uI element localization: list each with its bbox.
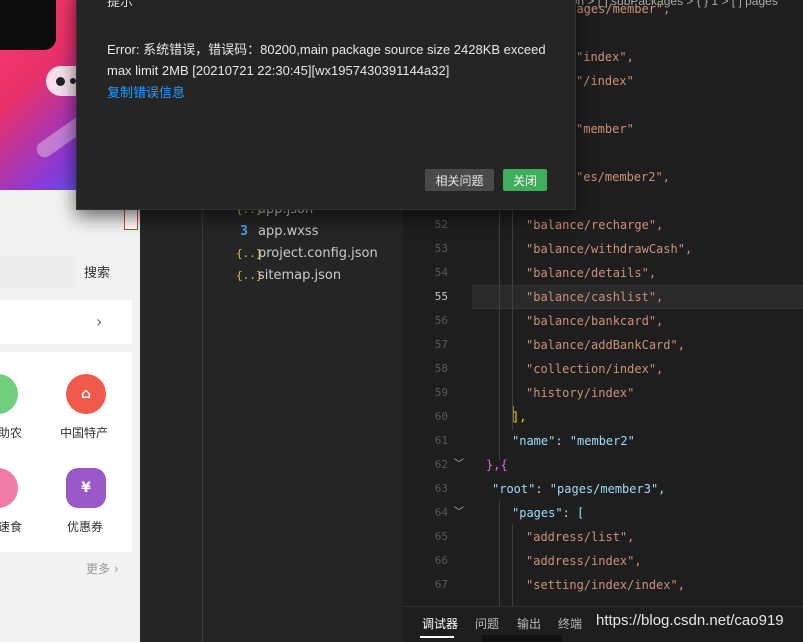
code-line: "pages/member", xyxy=(562,2,671,16)
category-grid: ⌂ ¥ 助农 中国特产 速食 优惠券 xyxy=(0,352,132,552)
line-number: 65 xyxy=(434,530,448,543)
code-line: "balance/addBankCard", xyxy=(526,338,685,352)
related-issues-button[interactable]: 相关问题 xyxy=(425,169,494,191)
indent-guide xyxy=(512,524,513,606)
file-item-app-wxss[interactable]: 3 app.wxss xyxy=(236,220,318,242)
code-line: "balance/withdrawCash", xyxy=(526,242,693,256)
more-link[interactable]: 更多 › xyxy=(86,560,119,577)
close-button[interactable]: 关闭 xyxy=(503,169,547,191)
side-tag xyxy=(124,208,138,230)
coupon-icon[interactable]: ¥ xyxy=(66,468,106,508)
tab-terminal[interactable]: 终端 xyxy=(558,615,582,632)
devtools-window: 搜索 › ⌂ ¥ 助农 中国特产 速食 优惠券 更多 › {..} app.js… xyxy=(0,0,803,642)
code-line: "address/list", xyxy=(526,530,635,544)
code-line: "balance/recharge", xyxy=(526,218,664,232)
specialty-icon[interactable]: ⌂ xyxy=(66,374,106,414)
banner-phone-image xyxy=(0,0,56,50)
line-number: 54 xyxy=(434,266,448,279)
line-number: 60 xyxy=(434,410,448,423)
fast-food-icon[interactable] xyxy=(0,468,18,508)
search-button[interactable]: 搜索 xyxy=(84,262,110,281)
json-file-icon: {..} xyxy=(236,268,263,282)
line-number: 61 xyxy=(434,434,448,447)
tab-problems[interactable]: 问题 xyxy=(475,615,499,632)
code-line: "name": "member2" xyxy=(512,434,635,448)
error-dialog: 提示 Error: 系统错误，错误码：80200,main package so… xyxy=(76,0,576,210)
code-line: "setting/index/index", xyxy=(526,578,685,592)
category-label: 速食 xyxy=(0,520,23,534)
code-line: "index", xyxy=(576,50,634,64)
json-file-icon: {..} xyxy=(236,246,263,260)
code-line: "collection/index", xyxy=(526,362,664,376)
chevron-right-icon: › xyxy=(96,312,103,331)
indent-guide xyxy=(499,500,500,606)
code-line: },{ xyxy=(486,458,508,472)
code-line: "pages": [ xyxy=(512,506,585,520)
tab-debugger[interactable]: 调试器 xyxy=(422,615,458,632)
indent-guide xyxy=(512,200,513,430)
file-label: app.wxss xyxy=(258,223,319,239)
code-line: "es/member2", xyxy=(576,170,670,184)
line-number: 57 xyxy=(434,338,448,351)
line-number: 52 xyxy=(434,218,448,231)
category-label: 中国特产 xyxy=(60,426,109,440)
line-number: 64 xyxy=(434,506,448,519)
file-label: project.config.json xyxy=(258,245,378,261)
line-number: 59 xyxy=(434,386,448,399)
code-line: "history/index" xyxy=(526,386,635,400)
line-number: 67 xyxy=(434,578,448,591)
line-number-current: 55 xyxy=(434,290,448,303)
error-message: Error: 系统错误，错误码：80200,main package sourc… xyxy=(107,42,546,78)
agriculture-icon[interactable] xyxy=(0,374,18,414)
category-label: 优惠券 xyxy=(67,520,104,534)
dot-icon xyxy=(56,76,65,86)
line-number: 56 xyxy=(434,314,448,327)
file-item-sitemap[interactable]: {..} sitemap.json xyxy=(236,264,341,286)
dialog-title: 提示 xyxy=(107,0,134,9)
line-number: 53 xyxy=(434,242,448,255)
code-line: "member" xyxy=(576,122,634,136)
css-file-icon: 3 xyxy=(240,223,248,239)
category-label: 助农 xyxy=(0,426,23,440)
active-tab-indicator xyxy=(420,636,454,638)
line-number: 62 xyxy=(434,458,448,471)
code-line: "root": "pages/member3", xyxy=(492,482,666,496)
file-label: sitemap.json xyxy=(258,267,342,283)
code-line-current: "balance/cashlist", xyxy=(526,290,664,304)
panel-dark-bar xyxy=(482,635,562,642)
code-line: "balance/details", xyxy=(526,266,657,280)
line-number: 63 xyxy=(434,482,448,495)
copy-error-link[interactable]: 复制错误信息 xyxy=(107,82,185,101)
code-line: "/index" xyxy=(576,74,634,88)
code-line: ], xyxy=(512,410,527,424)
nav-card[interactable]: › xyxy=(0,300,132,344)
file-item-project-config[interactable]: {..} project.config.json xyxy=(236,242,378,264)
line-number: 58 xyxy=(434,362,448,375)
code-line: "address/index", xyxy=(526,554,642,568)
search-input[interactable] xyxy=(0,256,76,288)
watermark-text: https://blog.csdn.net/cao919 xyxy=(596,612,784,629)
fold-chevron-icon[interactable]: ﹀ xyxy=(454,455,464,470)
tab-output[interactable]: 输出 xyxy=(517,615,541,632)
fold-chevron-icon[interactable]: ﹀ xyxy=(454,503,464,518)
code-line: "balance/bankcard", xyxy=(526,314,664,328)
line-number: 66 xyxy=(434,554,448,567)
